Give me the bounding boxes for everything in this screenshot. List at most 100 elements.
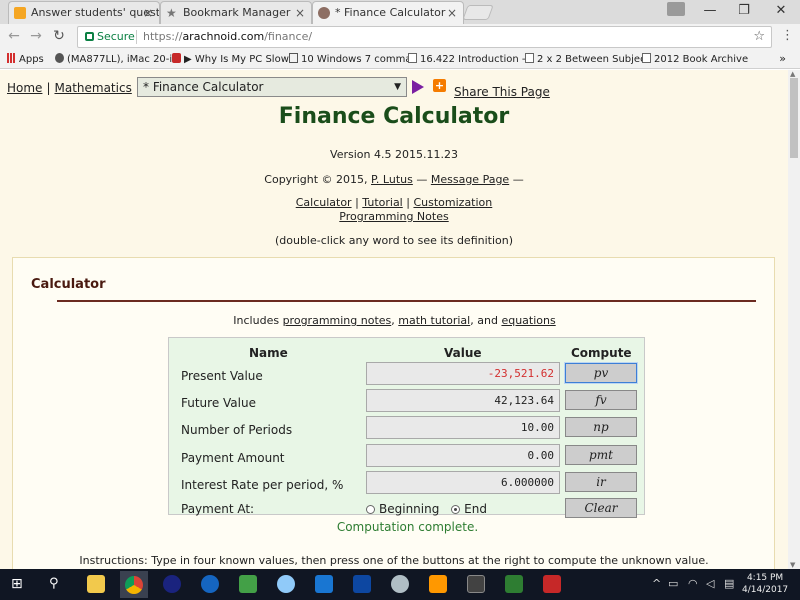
equations-link[interactable]: equations [501, 314, 555, 327]
breadcrumb: Home|Mathematics| [7, 81, 144, 95]
bookmark-apps[interactable]: Apps [7, 51, 44, 68]
maximize-button[interactable]: ❐ [728, 0, 760, 22]
bookmark-pc-slow[interactable]: ▶ Why Is My PC Slow [172, 51, 289, 68]
bookmark-label: 10 Windows 7 comma [301, 54, 412, 65]
radio-end[interactable]: End [451, 502, 487, 516]
command-icon [289, 53, 298, 63]
interest-rate-label: Interest Rate per period, % [181, 478, 344, 492]
dash: — [512, 173, 524, 186]
programming-notes-line: Programming Notes [0, 210, 788, 223]
compute-ir-button[interactable]: ir [565, 472, 637, 492]
file-explorer-icon[interactable] [87, 575, 105, 593]
interest-rate-input[interactable]: 6.000000 [366, 471, 560, 494]
clock-date: 4/14/2017 [742, 585, 789, 595]
home-link[interactable]: Home [7, 81, 42, 95]
payment-amount-input[interactable]: 0.00 [366, 444, 560, 467]
bookmark-2x2[interactable]: 2 x 2 Between Subjec [525, 51, 646, 68]
tab-finance-calculator[interactable]: * Finance Calculator × [312, 1, 464, 24]
copyright-line: Copyright © 2015, P. Lutus — Message Pag… [0, 173, 788, 186]
tab-answer-students[interactable]: Answer students' questio × [8, 1, 160, 24]
radio-button-checked-icon[interactable] [451, 505, 461, 514]
scrollbar-thumb[interactable] [790, 78, 798, 158]
calculator-link[interactable]: Calculator [296, 196, 352, 209]
url-path: /finance/ [264, 30, 313, 43]
forward-arrow-icon[interactable]: → [27, 28, 45, 44]
mathematics-link[interactable]: Mathematics [54, 81, 131, 95]
play-icon[interactable] [412, 80, 424, 94]
firefox-icon[interactable] [163, 575, 181, 593]
word-icon[interactable] [315, 575, 333, 593]
finance-calculator-form: Name Value Compute Present Value -23,521… [168, 337, 645, 534]
programming-notes-link[interactable]: Programming Notes [339, 210, 448, 223]
back-arrow-icon[interactable]: ← [5, 28, 23, 44]
compute-pmt-button[interactable]: pmt [565, 445, 637, 465]
author-link[interactable]: P. Lutus [371, 173, 413, 186]
message-page-link[interactable]: Message Page [431, 173, 509, 186]
network-icon[interactable] [277, 575, 295, 593]
excel-icon[interactable] [505, 575, 523, 593]
matlab-icon[interactable] [353, 575, 371, 593]
address-bar: ← → ↻ Secure https://arachnoid.com/finan… [0, 24, 800, 50]
search-app-icon[interactable] [391, 575, 409, 593]
apps-grid-icon [7, 53, 16, 63]
page-select-dropdown[interactable]: * Finance Calculator ▼ [137, 77, 407, 97]
new-tab-button[interactable] [462, 5, 494, 20]
url-input[interactable]: Secure https://arachnoid.com/finance/ ☆ [77, 26, 772, 48]
divider [57, 300, 756, 302]
windows-start-icon[interactable]: ⊞ [11, 575, 29, 593]
scroll-down-icon[interactable]: ▼ [790, 561, 795, 569]
programming-notes-link[interactable]: programming notes [283, 314, 392, 327]
clear-button[interactable]: Clear [565, 498, 637, 518]
compute-np-button[interactable]: np [565, 417, 637, 437]
user-profile-icon[interactable] [667, 2, 685, 16]
thunderbird-icon[interactable] [201, 575, 219, 593]
bookmark-star-icon[interactable]: ☆ [753, 27, 765, 47]
radio-beginning[interactable]: Beginning [366, 502, 439, 516]
lock-icon [85, 32, 94, 41]
more-bookmarks-icon[interactable]: » [779, 50, 786, 67]
math-tutorial-link[interactable]: math tutorial [398, 314, 470, 327]
customization-link[interactable]: Customization [413, 196, 492, 209]
bookmark-16422[interactable]: 16.422 Introduction - [408, 51, 526, 68]
taskbar-clock[interactable]: 4:15 PM 4/14/2017 [742, 572, 788, 596]
powerpoint-icon[interactable] [543, 575, 561, 593]
battery-icon[interactable]: ▭ [668, 577, 678, 590]
search-icon[interactable]: ⚲ [49, 575, 67, 593]
instructions-text: Instructions: Type in four known values,… [79, 554, 709, 567]
close-icon[interactable]: × [295, 2, 305, 24]
present-value-input[interactable]: -23,521.62 [366, 362, 560, 385]
terminal-icon[interactable] [467, 575, 485, 593]
compute-pv-button[interactable]: pv [564, 362, 638, 384]
tab-bookmark-manager[interactable]: ★ Bookmark Manager × [160, 1, 312, 24]
radio-button-icon[interactable] [366, 505, 375, 514]
reload-icon[interactable]: ↻ [50, 28, 68, 44]
separator: | [406, 196, 410, 209]
tab-strip: Answer students' questio × ★ Bookmark Ma… [0, 0, 800, 24]
close-window-button[interactable]: ✕ [765, 0, 797, 22]
bookmark-label: (MA877LL), iMac 20-i [67, 54, 173, 65]
volume-icon[interactable]: ◁ [706, 577, 714, 590]
chrome-taskbar-slot[interactable] [120, 571, 148, 598]
vlc-icon[interactable] [429, 575, 447, 593]
minimize-button[interactable]: — [694, 0, 726, 22]
close-icon[interactable]: × [143, 2, 153, 24]
tutorial-link[interactable]: Tutorial [362, 196, 402, 209]
wifi-icon[interactable]: ◠ [688, 577, 698, 590]
photos-icon[interactable] [239, 575, 257, 593]
show-hidden-icons-icon[interactable]: ^ [652, 577, 661, 590]
vertical-scrollbar[interactable]: ▲ ▼ [788, 70, 800, 569]
bookmark-windows7[interactable]: 10 Windows 7 comma [289, 51, 412, 68]
scroll-up-icon[interactable]: ▲ [790, 70, 795, 78]
close-icon[interactable]: × [447, 2, 457, 24]
document-icon [408, 53, 417, 63]
number-of-periods-input[interactable]: 10.00 [366, 416, 560, 439]
menu-icon[interactable]: ⋮ [781, 29, 794, 43]
action-center-icon[interactable]: ▤ [724, 577, 734, 590]
share-plus-icon[interactable]: + [433, 79, 446, 92]
bookmark-imac[interactable]: (MA877LL), iMac 20-i [55, 51, 172, 68]
bookmark-label: 16.422 Introduction - [420, 54, 526, 65]
future-value-input[interactable]: 42,123.64 [366, 389, 560, 412]
share-page-link[interactable]: Share This Page [454, 85, 550, 99]
bookmark-2012-book[interactable]: 2012 Book Archive [642, 51, 748, 68]
compute-fv-button[interactable]: fv [565, 390, 637, 410]
